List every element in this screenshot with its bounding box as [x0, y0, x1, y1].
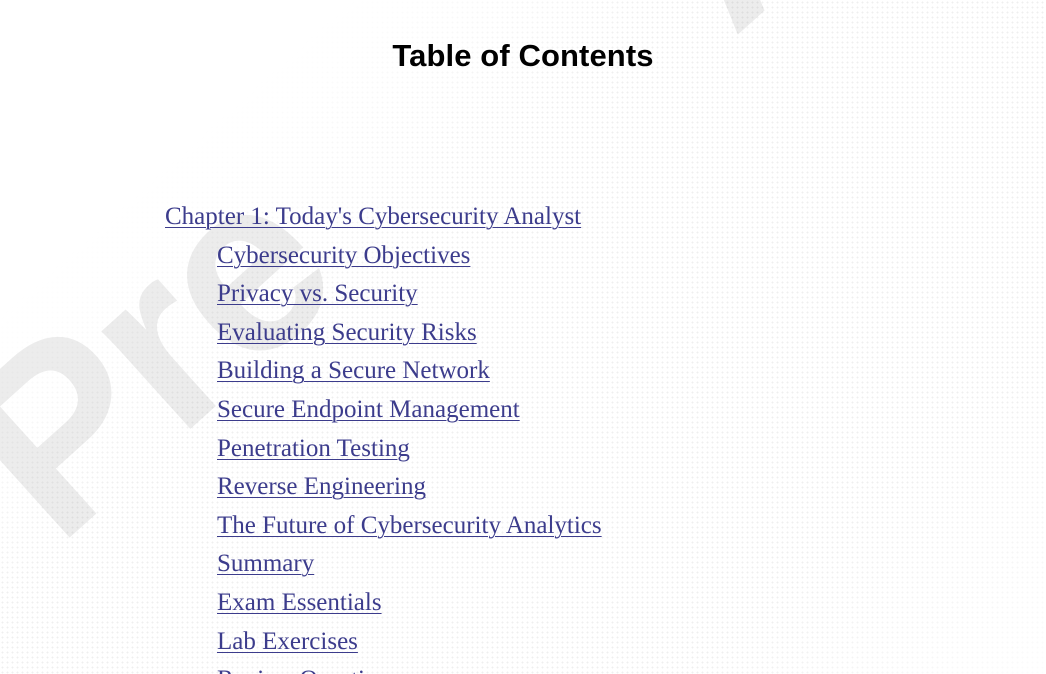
toc-section-link[interactable]: Summary [217, 545, 314, 584]
toc-section-link[interactable]: Cybersecurity Objectives [217, 237, 470, 276]
toc-section-link[interactable]: Review Questions [217, 661, 400, 674]
toc-section-link[interactable]: Penetration Testing [217, 430, 410, 469]
toc-section-link[interactable]: Lab Exercises [217, 623, 358, 662]
toc-section-link[interactable]: Reverse Engineering [217, 468, 426, 507]
toc-section-link[interactable]: Evaluating Security Risks [217, 314, 477, 353]
table-of-contents-list: Chapter 1: Today's Cybersecurity Analyst… [0, 198, 1046, 674]
toc-section-link[interactable]: The Future of Cybersecurity Analytics [217, 507, 602, 546]
page-title: Table of Contents [392, 38, 654, 73]
toc-chapter-link[interactable]: Chapter 1: Today's Cybersecurity Analyst [165, 198, 581, 237]
toc-section-link[interactable]: Secure Endpoint Management [217, 391, 520, 430]
document-content: Table of Contents Chapter 1: Today's Cyb… [0, 0, 1046, 674]
toc-section-link[interactable]: Privacy vs. Security [217, 275, 418, 314]
document-page: AWO Pre Table of Contents Chapter 1: Tod… [0, 0, 1046, 674]
toc-section-link[interactable]: Exam Essentials [217, 584, 382, 623]
toc-section-link[interactable]: Building a Secure Network [217, 352, 490, 391]
